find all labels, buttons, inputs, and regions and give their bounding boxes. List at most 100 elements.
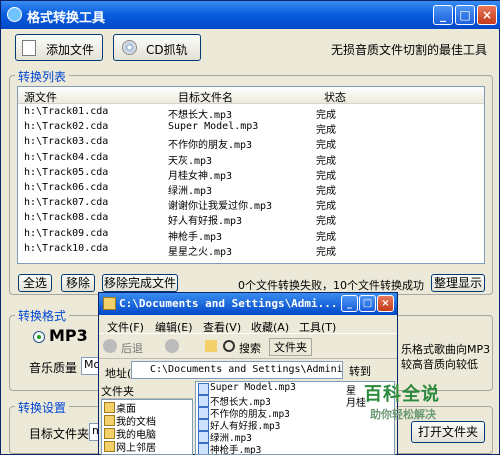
- table-row[interactable]: h:\Track02.cda Super Model.mp3 完成: [18, 120, 484, 137]
- format-group-label: 转换格式: [15, 307, 70, 324]
- go-button[interactable]: 转到: [349, 363, 371, 379]
- col-status[interactable]: 状态: [324, 89, 346, 105]
- format-desc-1: 乐格式歌曲向MP3: [401, 343, 491, 356]
- cell-target: 不想长大.mp3: [168, 110, 233, 121]
- format-desc-2: 较高音质向较低: [401, 358, 478, 371]
- explorer-title-bar[interactable]: C:\Documents and Settings\Admi... _ □ ×: [99, 293, 397, 315]
- col-source[interactable]: 源文件: [24, 89, 57, 105]
- table-row[interactable]: h:\Track08.cda 好人有好报.mp3 完成: [18, 211, 484, 228]
- convert-list-label: 转换列表: [15, 68, 70, 85]
- quality-label: 音乐质量: [29, 361, 78, 375]
- cell-source: h:\Track05.cda: [24, 166, 109, 178]
- select-all-button[interactable]: 全选: [18, 274, 52, 292]
- tidy-button[interactable]: 整理显示: [431, 274, 485, 292]
- cell-status: 完成: [316, 170, 336, 182]
- cell-source: h:\Track04.cda: [24, 151, 109, 163]
- cell-source: h:\Track09.cda: [24, 227, 109, 239]
- folder-up-icon[interactable]: [205, 340, 217, 352]
- folder-icon: [103, 297, 116, 310]
- table-row[interactable]: h:\Track09.cda 神枪手.mp3 完成: [18, 227, 484, 243]
- add-file-icon: [22, 40, 36, 56]
- file-item[interactable]: 神枪手.mp3: [196, 442, 394, 454]
- cell-source: h:\Track07.cda: [24, 197, 109, 209]
- explorer-window: C:\Documents and Settings\Admi... _ □ × …: [98, 292, 398, 455]
- explorer-minimize-button[interactable]: _: [341, 295, 358, 312]
- remove-done-button[interactable]: 移除完成文件: [102, 274, 178, 292]
- cell-status: 完成: [316, 246, 336, 258]
- mp3-label: MP3: [49, 326, 88, 345]
- back-button[interactable]: 后退: [121, 340, 143, 356]
- explorer-close-button[interactable]: ×: [377, 295, 394, 312]
- list-header: 源文件 目标文件名 状态: [18, 87, 484, 104]
- table-row[interactable]: h:\Track10.cda 星星之火.mp3 完成: [18, 242, 484, 258]
- add-file-label: 添加文件: [46, 43, 95, 57]
- cell-target: 绿洲.mp3: [168, 186, 213, 197]
- cell-source: h:\Track02.cda: [24, 121, 109, 133]
- back-arrow-icon: [103, 339, 117, 353]
- watermark-title: 百科全说: [364, 384, 440, 405]
- col-target[interactable]: 目标文件名: [178, 89, 233, 105]
- search-button[interactable]: 搜索: [239, 340, 261, 356]
- file-item[interactable]: 绿洲.mp3: [196, 430, 394, 444]
- cell-status: 完成: [316, 110, 336, 121]
- cd-icon: [122, 40, 137, 55]
- table-row[interactable]: h:\Track07.cda 谢谢你让我爱过你.mp3 完成: [18, 196, 484, 213]
- cell-source: h:\Track03.cda: [24, 136, 109, 148]
- table-row[interactable]: h:\Track06.cda 绿洲.mp3 完成: [18, 181, 484, 197]
- table-row[interactable]: h:\Track05.cda 月桂女神.mp3 完成: [18, 166, 484, 182]
- cell-source: h:\Track01.cda: [24, 106, 109, 117]
- convert-list[interactable]: 源文件 目标文件名 状态 h:\Track01.cda 不想长大.mp3 完成 h:\…: [17, 86, 485, 264]
- table-row[interactable]: h:\Track04.cda 天灰.mp3 完成: [18, 151, 484, 167]
- address-input[interactable]: C:\Documents and Settings\Administ: [131, 361, 343, 379]
- cell-status: 完成: [316, 155, 336, 167]
- mp3-radio[interactable]: [33, 331, 45, 343]
- cell-source: h:\Track06.cda: [24, 182, 109, 193]
- cell-target: 谢谢你让我爱过你.mp3: [168, 201, 273, 213]
- tree-item-computer[interactable]: 我的电脑: [102, 426, 192, 441]
- slogan-text: 无损音质文件切割的最佳工具: [331, 43, 488, 57]
- cd-grab-button[interactable]: CD抓轨: [113, 34, 201, 61]
- target-folder-label: 目标文件夹: [29, 427, 90, 441]
- watermark-logo: 百科全说 助你轻松解决: [360, 378, 450, 428]
- cell-source: h:\Track10.cda: [24, 242, 109, 254]
- explorer-maximize-button[interactable]: □: [359, 295, 376, 312]
- cell-status: 完成: [316, 201, 336, 213]
- tree-item-network[interactable]: 网上邻居: [102, 439, 192, 454]
- cell-target: 星星之火.mp3: [168, 246, 233, 258]
- table-row[interactable]: h:\Track01.cda 不想长大.mp3 完成: [18, 105, 484, 121]
- table-row[interactable]: h:\Track03.cda 不作你的朋友.mp3 完成: [18, 135, 484, 152]
- folder-tree[interactable]: 桌面 我的文档 我的电脑 网上邻居: [101, 399, 193, 455]
- cell-status: 完成: [316, 216, 336, 228]
- forward-arrow-icon[interactable]: [165, 339, 179, 353]
- window-title: 格式转换工具: [27, 11, 106, 26]
- cell-target: 好人有好报.mp3: [168, 216, 243, 228]
- add-file-button[interactable]: 添加文件: [15, 34, 103, 61]
- minimize-button[interactable]: _: [433, 5, 453, 25]
- cell-status: 完成: [316, 231, 336, 243]
- settings-group-label: 转换设置: [15, 399, 70, 416]
- cell-target: 神枪手.mp3: [168, 231, 223, 243]
- close-button[interactable]: ×: [477, 5, 497, 25]
- cell-status: 完成: [316, 186, 336, 197]
- app-icon: [7, 7, 22, 22]
- cell-status: 完成: [316, 125, 336, 137]
- maximize-button[interactable]: □: [455, 5, 475, 25]
- explorer-title: C:\Documents and Settings\Admi...: [119, 297, 338, 310]
- search-icon: [223, 340, 235, 352]
- folders-button[interactable]: 文件夹: [269, 338, 312, 356]
- cell-target: Super Model.mp3: [168, 121, 259, 133]
- cd-grab-label: CD抓轨: [146, 43, 188, 57]
- cell-source: h:\Track08.cda: [24, 212, 109, 224]
- convert-status: 0个文件转换失败，10个文件转换成功: [238, 279, 424, 292]
- tree-item-desktop[interactable]: 桌面: [102, 400, 192, 415]
- folders-pane-header: 文件夹: [101, 383, 193, 399]
- cell-target: 不作你的朋友.mp3: [168, 140, 253, 152]
- cell-target: 月桂女神.mp3: [168, 170, 233, 182]
- cell-status: 完成: [316, 140, 336, 152]
- remove-button[interactable]: 移除: [61, 274, 95, 292]
- cell-target: 天灰.mp3: [168, 155, 213, 167]
- explorer-toolbar: 后退 搜索 文件夹: [99, 333, 397, 359]
- tree-item-documents[interactable]: 我的文档: [102, 413, 192, 428]
- watermark-subtitle: 助你轻松解决: [370, 408, 436, 421]
- title-bar[interactable]: 格式转换工具 _ □ ×: [1, 1, 500, 29]
